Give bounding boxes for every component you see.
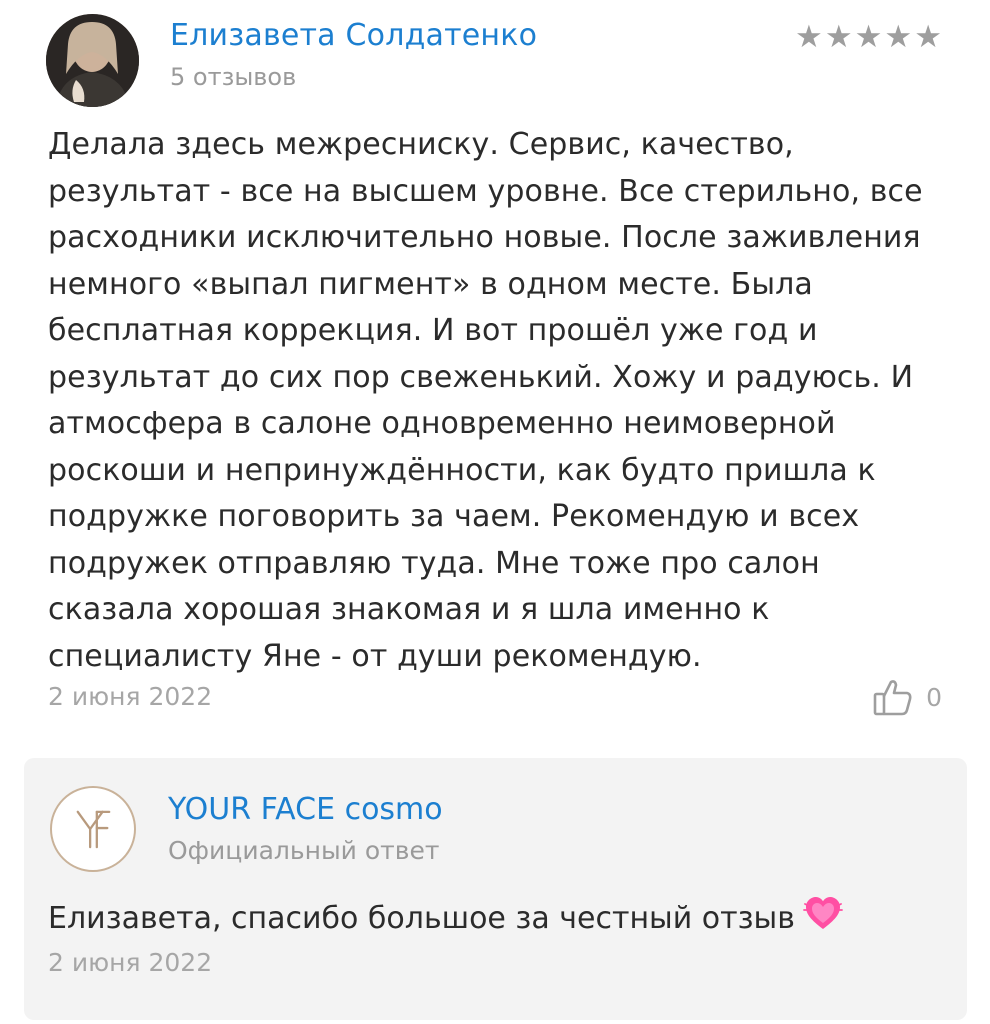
star-icon: ★ [854,19,883,55]
thumbs-up-icon[interactable] [872,676,914,718]
star-icon: ★ [884,19,913,55]
official-reply-card: YOUR FACE cosmo Официальный ответ Елизав… [24,758,967,1020]
like-button[interactable]: 0 [872,676,942,718]
reply-text: Елизавета, спасибо большое за честный от… [48,901,795,936]
heart-icon [803,894,843,934]
star-icon: ★ [914,19,942,55]
star-icon: ★ [795,19,823,55]
star-icon: ★ [824,19,853,55]
review-count: 5 отзывов [170,63,297,91]
reply-date: 2 июня 2022 [48,948,213,977]
user-avatar[interactable] [46,14,139,107]
rating-stars: ★ ★ ★ ★ ★ [795,22,942,53]
review-date: 2 июня 2022 [48,682,213,711]
review-text: Делала здесь межресниску. Сервис, качест… [48,127,923,674]
like-count: 0 [926,682,942,712]
reply-text-row: Елизавета, спасибо большое за честный от… [48,894,843,936]
reply-author-name[interactable]: YOUR FACE cosmo [168,792,443,827]
official-reply-label: Официальный ответ [168,836,440,865]
review-author-name[interactable]: Елизавета Солдатенко [170,18,537,53]
salon-logo[interactable] [50,786,136,872]
